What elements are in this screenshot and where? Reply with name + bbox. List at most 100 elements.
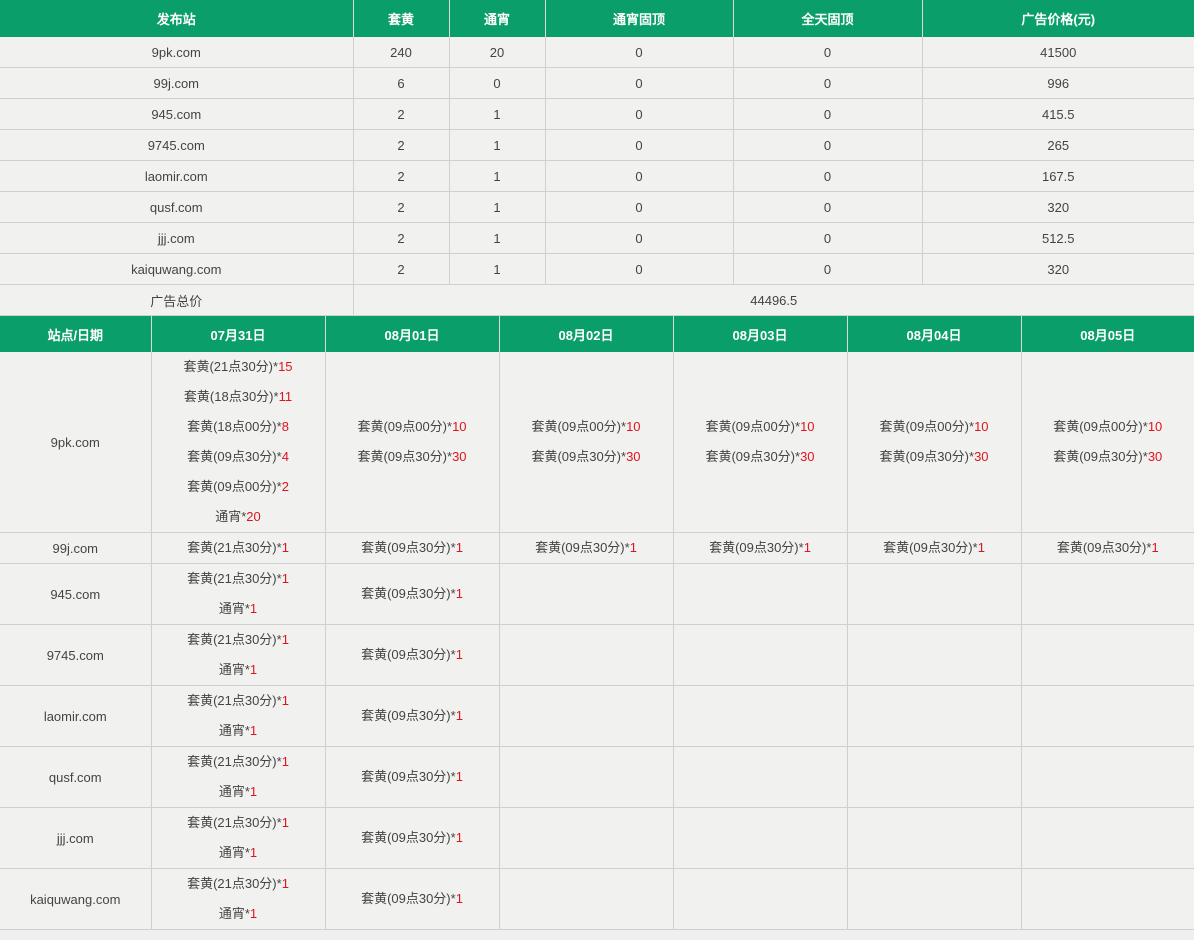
ad-slot-label: 套黄(09点30分)* — [357, 449, 453, 464]
ad-slot-entry: 通宵*1 — [152, 838, 325, 868]
ad-slot-count: 1 — [455, 830, 463, 845]
tongxiao-pinned-cell: 0 — [545, 67, 734, 99]
ad-slot-entry: 套黄(09点30分)*30 — [848, 442, 1021, 472]
tongxiao-pinned-cell: 0 — [545, 129, 734, 161]
schedule-day-cell: 套黄(09点00分)*10 套黄(09点30分)*30 — [1021, 352, 1194, 533]
schedule-day-cell — [673, 868, 848, 930]
ad-slot-entry: 通宵*20 — [152, 502, 325, 532]
ad-slot-entry: 套黄(09点30分)*1 — [848, 533, 1021, 563]
ad-slot-entry: 套黄(21点30分)*1 — [152, 533, 325, 563]
ad-slot-entry: 套黄(09点30分)*1 — [326, 762, 499, 792]
ad-slot-count: 1 — [281, 632, 289, 647]
schedule-day-cell: 套黄(09点30分)*1 — [325, 685, 500, 747]
header-site: 发布站 — [0, 0, 354, 37]
schedule-row: 9745.com 套黄(21点30分)*1 通宵*1 套黄(09点30分)*1 — [0, 624, 1194, 686]
ad-slot-entry: 通宵*1 — [152, 594, 325, 624]
schedule-row: jjj.com 套黄(21点30分)*1 通宵*1 套黄(09点30分)*1 — [0, 807, 1194, 869]
schedule-day-cell: 套黄(09点30分)*1 — [499, 532, 674, 564]
summary-row: 9pk.com 240 20 0 0 41500 — [0, 37, 1194, 68]
ad-slot-count: 1 — [281, 754, 289, 769]
schedule-day-cell: 套黄(09点30分)*1 — [325, 868, 500, 930]
ad-slot-count: 30 — [1147, 449, 1163, 464]
ad-slot-count: 1 — [249, 723, 258, 738]
ad-slot-entry: 套黄(09点30分)*1 — [326, 823, 499, 853]
schedule-day-cell — [1021, 868, 1194, 930]
ad-slot-label: 通宵* — [218, 662, 250, 677]
site-cell: qusf.com — [0, 191, 354, 223]
ad-slot-entry: 套黄(09点30分)*30 — [1022, 442, 1194, 472]
tongxiao-pinned-cell: 0 — [545, 253, 734, 285]
schedule-day-cell: 套黄(21点30分)*15 套黄(18点30分)*11 套黄(18点00分)*8 套黄… — [151, 352, 326, 533]
header-site-date: 站点/日期 — [0, 316, 152, 352]
schedule-row: qusf.com 套黄(21点30分)*1 通宵*1 套黄(09点30分)*1 — [0, 746, 1194, 808]
schedule-day-cell: 套黄(09点00分)*10 套黄(09点30分)*30 — [499, 352, 674, 533]
schedule-day-cell: 套黄(09点30分)*1 — [847, 532, 1022, 564]
ad-slot-label: 通宵* — [218, 723, 250, 738]
allday-pinned-cell: 0 — [733, 160, 923, 192]
ad-slot-count: 1 — [249, 906, 258, 921]
schedule-row: 945.com 套黄(21点30分)*1 通宵*1 套黄(09点30分)*1 — [0, 563, 1194, 625]
ad-slot-entry: 套黄(09点30分)*1 — [326, 579, 499, 609]
ad-slot-count: 1 — [455, 769, 463, 784]
taohuang-cell: 6 — [353, 67, 450, 99]
header-date-0801: 08月01日 — [325, 316, 500, 352]
ad-slot-count: 1 — [1151, 540, 1159, 555]
taohuang-cell: 2 — [353, 129, 450, 161]
ad-slot-count: 1 — [455, 647, 463, 662]
schedule-day-cell — [1021, 624, 1194, 686]
schedule-day-cell — [1021, 807, 1194, 869]
ad-slot-count: 11 — [278, 389, 293, 404]
tongxiao-cell: 1 — [449, 253, 546, 285]
tongxiao-cell: 20 — [449, 37, 546, 68]
ad-slot-label: 套黄(21点30分)* — [187, 693, 282, 708]
ad-slot-label: 通宵* — [215, 509, 247, 524]
tongxiao-cell: 1 — [449, 191, 546, 223]
ad-slot-label: 套黄(09点30分)* — [361, 891, 456, 906]
ad-slot-count: 2 — [281, 479, 289, 494]
schedule-day-cell: 套黄(21点30分)*1 通宵*1 — [151, 746, 326, 808]
header-tongxiao: 通宵 — [449, 0, 546, 37]
ad-slot-entry: 套黄(09点30分)*30 — [674, 442, 847, 472]
schedule-day-cell — [847, 807, 1022, 869]
schedule-day-cell: 套黄(09点30分)*1 — [325, 532, 500, 564]
schedule-table: 站点/日期 07月31日 08月01日 08月02日 08月03日 08月04日… — [0, 316, 1194, 930]
schedule-day-cell — [847, 563, 1022, 625]
schedule-day-cell — [1021, 563, 1194, 625]
ad-slot-label: 套黄(09点30分)* — [705, 449, 801, 464]
ad-slot-label: 套黄(09点00分)* — [1053, 419, 1148, 434]
taohuang-cell: 2 — [353, 253, 450, 285]
summary-row: kaiquwang.com 2 1 0 0 320 — [0, 253, 1194, 285]
schedule-day-cell — [847, 685, 1022, 747]
ad-slot-count: 1 — [629, 540, 637, 555]
ad-slot-count: 1 — [455, 586, 463, 601]
ad-slot-count: 1 — [281, 876, 289, 891]
ad-slot-entry: 通宵*1 — [152, 655, 325, 685]
ad-slot-entry: 套黄(09点00分)*10 — [848, 412, 1021, 442]
ad-slot-entry: 套黄(21点30分)*1 — [152, 564, 325, 594]
ad-slot-entry: 套黄(09点00分)*10 — [326, 412, 499, 442]
allday-pinned-cell: 0 — [733, 67, 923, 99]
ad-slot-label: 套黄(09点00分)* — [357, 419, 453, 434]
site-cell: 945.com — [0, 98, 354, 130]
summary-table: 发布站 套黄 通宵 通宵固顶 全天固顶 广告价格(元) 9pk.com 240 20… — [0, 0, 1194, 316]
ad-slot-entry: 套黄(21点30分)*1 — [152, 686, 325, 716]
schedule-day-cell — [847, 624, 1022, 686]
header-tongxiao-pinned: 通宵固顶 — [545, 0, 734, 37]
schedule-site-cell: 9pk.com — [0, 352, 152, 533]
schedule-site-cell: qusf.com — [0, 746, 152, 808]
ad-slot-label: 套黄(21点30分)* — [187, 540, 282, 555]
schedule-day-cell — [499, 563, 674, 625]
tongxiao-pinned-cell: 0 — [545, 160, 734, 192]
schedule-row: kaiquwang.com 套黄(21点30分)*1 通宵*1 套黄(09点30分)*… — [0, 868, 1194, 930]
ad-slot-entry: 套黄(21点30分)*1 — [152, 747, 325, 777]
site-cell: laomir.com — [0, 160, 354, 192]
ad-slot-label: 套黄(09点30分)* — [879, 449, 975, 464]
schedule-day-cell — [673, 807, 848, 869]
ad-slot-label: 套黄(21点30分)* — [187, 815, 282, 830]
tongxiao-cell: 1 — [449, 129, 546, 161]
header-allday-pinned: 全天固顶 — [733, 0, 923, 37]
tongxiao-pinned-cell: 0 — [545, 191, 734, 223]
price-cell: 320 — [922, 191, 1194, 223]
header-date-0731: 07月31日 — [151, 316, 326, 352]
ad-slot-count: 1 — [455, 540, 463, 555]
